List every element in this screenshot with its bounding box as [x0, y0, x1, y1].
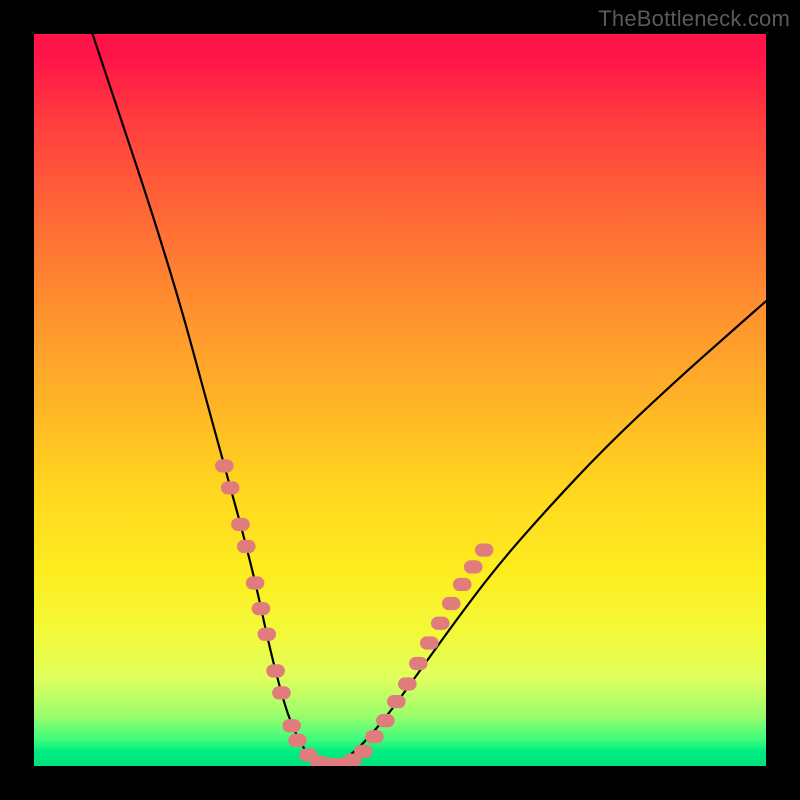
chart-overlay	[34, 34, 766, 766]
chart-frame: TheBottleneck.com	[0, 0, 800, 800]
watermark-text: TheBottleneck.com	[598, 6, 790, 32]
marker-point	[246, 576, 265, 589]
marker-point	[387, 695, 406, 708]
marker-point	[420, 636, 439, 649]
marker-point	[398, 677, 417, 690]
marker-point	[272, 686, 291, 699]
marker-point	[282, 719, 301, 732]
plot-area	[34, 34, 766, 766]
marker-point	[257, 628, 276, 641]
marker-point	[431, 617, 450, 630]
marker-point	[365, 730, 384, 743]
marker-point	[354, 745, 373, 758]
marker-point	[453, 578, 472, 591]
marker-point	[231, 518, 250, 531]
marker-group	[215, 459, 493, 766]
marker-point	[409, 657, 428, 670]
bottleneck-curve	[93, 34, 766, 766]
marker-point	[252, 602, 271, 615]
marker-point	[215, 459, 234, 472]
marker-point	[288, 734, 307, 747]
marker-point	[464, 560, 483, 573]
marker-point	[221, 481, 240, 494]
marker-point	[376, 714, 395, 727]
marker-point	[237, 540, 256, 553]
marker-point	[442, 597, 461, 610]
marker-point	[475, 543, 494, 556]
marker-point	[266, 664, 285, 677]
